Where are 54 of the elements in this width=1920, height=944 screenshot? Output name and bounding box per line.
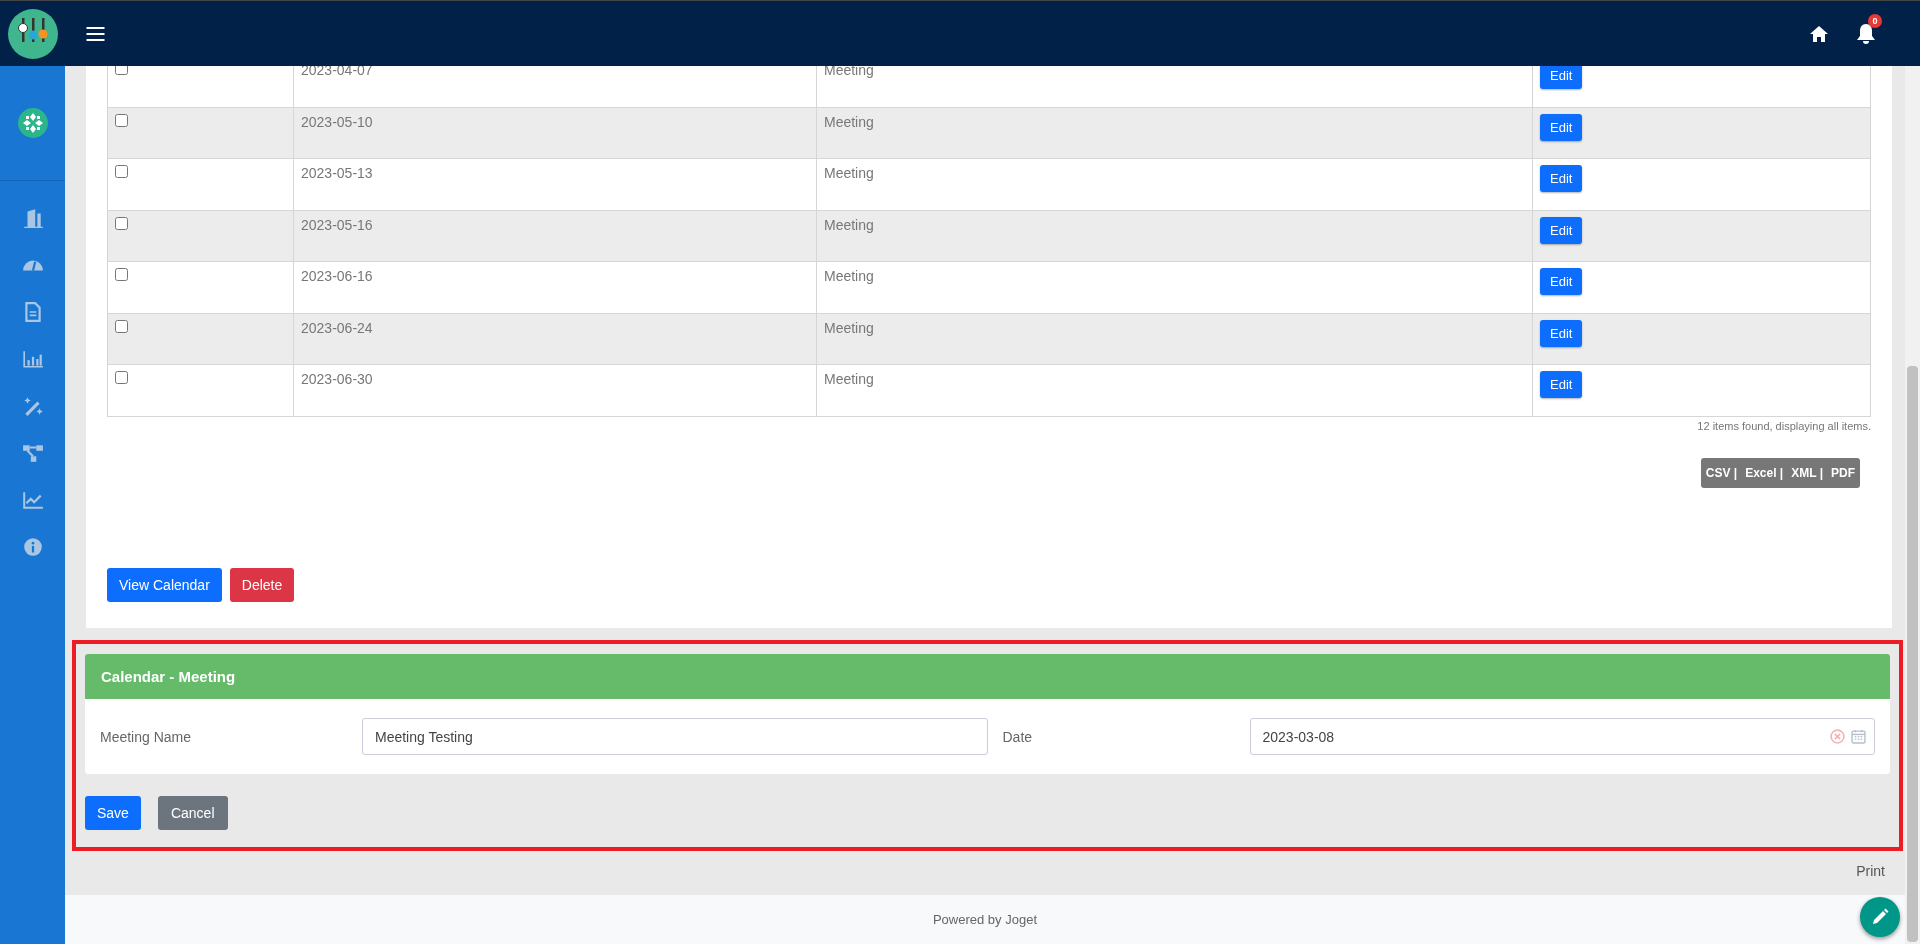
- row-checkbox[interactable]: [115, 165, 128, 178]
- notification-badge: 0: [1868, 13, 1882, 28]
- sitemap-icon[interactable]: [21, 442, 44, 464]
- magic-wand-icon[interactable]: [21, 395, 44, 417]
- info-icon[interactable]: [21, 536, 44, 558]
- table-cell: 2023-05-16: [301, 216, 373, 233]
- edit-button[interactable]: Edit: [1540, 165, 1583, 192]
- table-cell: Meeting: [824, 319, 874, 336]
- form-button[interactable]: Save: [85, 796, 141, 830]
- bell-icon[interactable]: [1856, 22, 1876, 45]
- field-label: Date: [1002, 728, 1034, 745]
- avatar-icon[interactable]: [17, 108, 48, 138]
- table-cell: 2023-05-13: [301, 165, 373, 181]
- items-count: 12 items found, displaying all items.: [1697, 420, 1871, 432]
- export-link[interactable]: CSV |: [1705, 466, 1738, 480]
- field-label: Meeting Name: [100, 728, 193, 745]
- table-cell: 2023-06-24: [301, 319, 373, 336]
- action-button[interactable]: View Calendar: [107, 568, 222, 602]
- logo[interactable]: [8, 8, 58, 59]
- edit-button[interactable]: Edit: [1540, 216, 1583, 244]
- table-cell: 2023-06-16: [301, 268, 373, 284]
- edit-button[interactable]: Edit: [1540, 66, 1583, 89]
- edit-button[interactable]: Edit: [1540, 268, 1583, 295]
- row-checkbox[interactable]: [115, 371, 128, 384]
- menu-icon[interactable]: [86, 26, 105, 41]
- export-link[interactable]: XML |: [1791, 466, 1823, 480]
- export-link[interactable]: Excel |: [1745, 466, 1784, 480]
- edit-button[interactable]: Edit: [1540, 319, 1583, 347]
- bar-chart-icon[interactable]: [21, 348, 44, 370]
- table-cell: Meeting: [824, 371, 874, 387]
- scrollbar[interactable]: [1905, 66, 1920, 944]
- home-icon[interactable]: [1809, 24, 1829, 43]
- table-cell: 2023-05-10: [301, 113, 373, 130]
- table-cell: Meeting: [824, 268, 874, 284]
- table-cell: 2023-06-30: [301, 371, 373, 387]
- row-checkbox[interactable]: [115, 319, 128, 333]
- export-link[interactable]: PDF: [1831, 466, 1855, 480]
- edit-button[interactable]: Edit: [1540, 113, 1583, 141]
- form-button[interactable]: Cancel: [157, 796, 228, 830]
- form-title: Calendar - Meeting: [101, 668, 236, 685]
- line-chart-icon[interactable]: [21, 489, 44, 511]
- row-checkbox[interactable]: [115, 113, 128, 127]
- pencil-icon: [1870, 907, 1890, 927]
- row-checkbox[interactable]: [115, 268, 128, 281]
- input-field[interactable]: Meeting Testing: [362, 718, 988, 755]
- table-cell: 2023-04-07: [301, 66, 373, 78]
- action-button[interactable]: Delete: [229, 568, 295, 602]
- edit-button[interactable]: Edit: [1540, 371, 1583, 398]
- print-link[interactable]: Print: [1856, 863, 1885, 891]
- footer-text: Powered by Joget: [932, 912, 1038, 927]
- table-cell: Meeting: [824, 113, 874, 130]
- table-cell: Meeting: [824, 216, 874, 233]
- table-cell: Meeting: [824, 165, 874, 181]
- row-checkbox[interactable]: [115, 216, 128, 230]
